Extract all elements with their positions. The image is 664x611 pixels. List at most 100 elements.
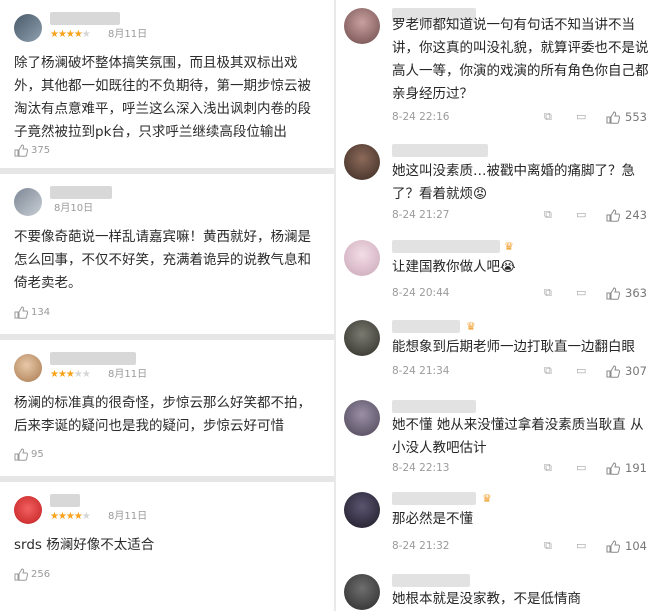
username-blurred[interactable] [392,574,470,587]
avatar[interactable] [344,320,380,356]
like-button[interactable]: 256 [14,568,50,581]
like-count: 104 [625,539,647,553]
avatar[interactable] [14,354,42,382]
like-count: 553 [625,110,647,124]
like-button[interactable]: 553 [606,110,647,124]
comment-icon[interactable]: ▭ [576,110,586,124]
review-text: 不要像奇葩说一样乱请嘉宾嘛！黄西就好，杨澜是怎么回事，不仅不好笑，充满着诡异的说… [14,229,311,291]
share-icon[interactable]: ⧉ [544,208,552,222]
username-blurred[interactable] [392,400,476,413]
comment-time: 8-24 21:27 [392,209,450,221]
like-button[interactable]: 307 [606,364,647,378]
comment-icon[interactable]: ▭ [576,461,586,475]
comment-time: 8-24 20:44 [392,287,450,299]
comment-text: 让建国教你做人吧😭 [392,259,516,275]
review-list-panel: ★★★★★ 8月11日 除了杨澜破坏整体搞笑氛围，而且极其双标出戏外，其他都一如… [0,0,334,611]
like-count: 191 [625,461,647,475]
share-icon[interactable]: ⧉ [544,364,552,378]
review-card: 8月10日 不要像奇葩说一样乱请嘉宾嘛！黄西就好，杨澜是怎么回事，不仅不好笑，充… [0,174,334,334]
comment-time: 8-24 21:32 [392,540,450,552]
review-text: 杨澜的标准真的很奇怪，步惊云那么好笑都不拍，后来李诞的疑问也是我的疑问，步惊云好… [14,395,311,434]
like-button[interactable]: 375 [14,144,50,157]
like-button[interactable]: 104 [606,539,647,553]
comment-time: 8-24 22:16 [392,111,450,123]
comment-item: 她根本就是没家教，不是低情商 [336,566,664,611]
comment-text: 那必然是不懂 [392,511,473,527]
comment-item: ♛ 让建国教你做人吧😭 8-24 20:44 ⧉ ▭ 363 [336,232,664,310]
like-count: 375 [31,145,51,156]
share-icon[interactable]: ⧉ [544,110,552,124]
like-button[interactable]: 363 [606,286,647,300]
comment-item: 她这叫没素质…被戳中离婚的痛脚了？急了？看着就烦😡 8-24 21:27 ⧉ ▭… [336,134,664,230]
username-blurred[interactable] [50,12,120,25]
comment-icon[interactable]: ▭ [576,286,586,300]
thumbs-up-icon [606,461,620,475]
comment-time: 8-24 22:13 [392,462,450,474]
share-icon[interactable]: ⧉ [544,286,552,300]
comment-item: ♛ 那必然是不懂 8-24 21:32 ⧉ ▭ 104 [336,486,664,562]
comment-icon[interactable]: ▭ [576,208,586,222]
thumbs-up-icon [606,364,620,378]
vip-crown-icon: ♛ [466,320,476,333]
review-card: ★★★★★ 8月11日 除了杨澜破坏整体搞笑氛围，而且极其双标出戏外，其他都一如… [0,0,334,168]
username-blurred[interactable] [392,144,488,157]
comment-text: 能想象到后期老师一边打耿直一边翻白眼 [392,339,635,355]
comment-icon[interactable]: ▭ [576,364,586,378]
thumbs-up-icon [14,144,28,157]
vip-crown-icon: ♛ [482,492,492,505]
like-count: 134 [31,307,51,318]
review-text: 除了杨澜破坏整体搞笑氛围，而且极其双标出戏外，其他都一如既往的不负期待，第一期步… [14,55,311,140]
avatar[interactable] [344,574,380,610]
avatar[interactable] [344,144,380,180]
like-button[interactable]: 95 [14,448,44,461]
like-button[interactable]: 134 [14,306,50,319]
comment-list-panel: 罗老师都知道说一句有句话不知当讲不当讲，你这真的叫没礼貌，就算评委也不是说高人一… [336,0,664,611]
avatar[interactable] [14,14,42,42]
review-date: 8月10日 [54,203,94,214]
review-card: ★★★★★ 8月11日 srds 杨澜好像不太适合 256 [0,482,334,611]
comment-text: 她不懂 她从来没懂过拿着没素质当耿直 从小没人教吧估计 [392,417,644,456]
thumbs-up-icon [14,306,28,319]
comment-text: 罗老师都知道说一句有句话不知当讲不当讲，你这真的叫没礼貌，就算评委也不是说高人一… [392,17,649,102]
comment-item: 她不懂 她从来没懂过拿着没素质当耿直 从小没人教吧估计 8-24 22:13 ⧉… [336,394,664,484]
username-blurred[interactable] [50,494,80,507]
like-count: 243 [625,208,647,222]
avatar[interactable] [344,400,380,436]
review-card: ★★★★★ 8月11日 杨澜的标准真的很奇怪，步惊云那么好笑都不拍，后来李诞的疑… [0,340,334,476]
rating-stars: ★★★★★ [50,369,91,380]
thumbs-up-icon [14,568,28,581]
like-count: 307 [625,364,647,378]
comment-item: ♛ 能想象到后期老师一边打耿直一边翻白眼 8-24 21:34 ⧉ ▭ 307 [336,312,664,392]
review-date: 8月11日 [108,511,148,522]
review-date: 8月11日 [108,29,148,40]
username-blurred[interactable] [392,492,476,505]
comment-time: 8-24 21:34 [392,365,450,377]
avatar[interactable] [344,492,380,528]
avatar[interactable] [14,496,42,524]
thumbs-up-icon [606,110,620,124]
thumbs-up-icon [606,208,620,222]
thumbs-up-icon [14,448,28,461]
username-blurred[interactable] [50,352,136,365]
share-icon[interactable]: ⧉ [544,539,552,553]
like-button[interactable]: 243 [606,208,647,222]
avatar[interactable] [344,8,380,44]
comment-text: 她根本就是没家教，不是低情商 [392,591,581,607]
comment-item: 罗老师都知道说一句有句话不知当讲不当讲，你这真的叫没礼貌，就算评委也不是说高人一… [336,0,664,132]
avatar[interactable] [344,240,380,276]
thumbs-up-icon [606,286,620,300]
comment-icon[interactable]: ▭ [576,539,586,553]
rating-stars: ★★★★★ [50,29,91,40]
vip-crown-icon: ♛ [504,240,514,253]
like-button[interactable]: 191 [606,461,647,475]
share-icon[interactable]: ⧉ [544,461,552,475]
comment-text: 她这叫没素质…被戳中离婚的痛脚了？急了？看着就烦😡 [392,163,635,202]
like-count: 95 [31,449,44,460]
review-date: 8月11日 [108,369,148,380]
like-count: 363 [625,286,647,300]
avatar[interactable] [14,188,42,216]
review-text: srds 杨澜好像不太适合 [14,537,155,553]
username-blurred[interactable] [50,186,112,199]
username-blurred[interactable] [392,320,460,333]
username-blurred[interactable] [392,240,500,253]
